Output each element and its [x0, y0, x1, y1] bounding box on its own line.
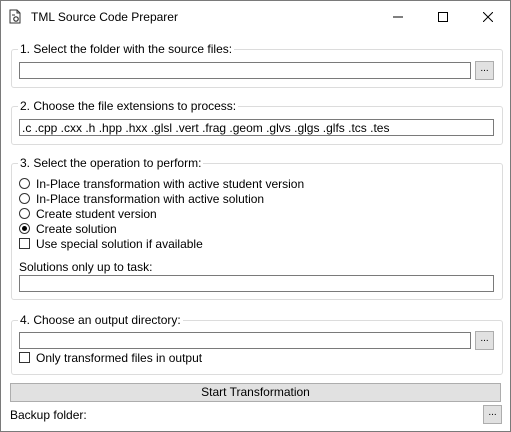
extensions-label: 2. Choose the file extensions to process…	[18, 99, 239, 113]
backup-folder-browse-button[interactable]: ...	[483, 405, 502, 424]
source-folder-browse-button[interactable]: ...	[475, 61, 494, 80]
radio-label: Create solution	[36, 221, 117, 236]
close-button[interactable]	[465, 1, 510, 32]
window-title: TML Source Code Preparer	[31, 10, 178, 24]
output-directory-group: 4. Choose an output directory: ... Only …	[11, 313, 503, 375]
only-transformed-label: Only transformed files in output	[36, 350, 203, 365]
radio-label: In-Place transformation with active stud…	[36, 176, 305, 191]
source-folder-group: 1. Select the folder with the source fil…	[11, 42, 503, 88]
start-transformation-button[interactable]: Start Transformation	[10, 383, 501, 402]
operation-group: 3. Select the operation to perform: In-P…	[11, 156, 503, 300]
output-directory-label: 4. Choose an output directory:	[18, 313, 183, 327]
solutions-up-to-input[interactable]	[19, 275, 494, 292]
radio-inplace-solution[interactable]: In-Place transformation with active solu…	[19, 191, 264, 206]
close-icon	[482, 11, 493, 22]
output-directory-input[interactable]	[19, 332, 471, 349]
radio-button[interactable]	[19, 178, 30, 189]
radio-button-selected[interactable]	[19, 223, 30, 234]
title-bar[interactable]: TML Source Code Preparer	[1, 1, 510, 32]
main-window: TML Source Code Preparer 1. Select the f…	[0, 0, 511, 432]
extensions-group: 2. Choose the file extensions to process…	[11, 99, 503, 145]
radio-label: Create student version	[36, 206, 157, 221]
radio-create-student[interactable]: Create student version	[19, 206, 157, 221]
special-solution-checkbox[interactable]	[19, 238, 30, 249]
solutions-up-to-label: Solutions only up to task:	[19, 260, 153, 274]
document-gear-icon	[9, 9, 21, 24]
radio-button[interactable]	[19, 193, 30, 204]
minimize-button[interactable]	[375, 1, 420, 32]
output-directory-browse-button[interactable]: ...	[475, 331, 494, 350]
backup-folder-label: Backup folder:	[10, 408, 87, 422]
special-solution-label: Use special solution if available	[36, 236, 203, 251]
source-folder-label: 1. Select the folder with the source fil…	[18, 42, 235, 56]
radio-label: In-Place transformation with active solu…	[36, 191, 265, 206]
maximize-button[interactable]	[420, 1, 465, 32]
special-solution-checkbox-row[interactable]: Use special solution if available	[19, 236, 203, 251]
maximize-icon	[437, 11, 448, 22]
minimize-icon	[392, 16, 403, 17]
extensions-input[interactable]: .c .cpp .cxx .h .hpp .hxx .glsl .vert .f…	[19, 119, 494, 136]
operation-label: 3. Select the operation to perform:	[18, 156, 204, 170]
only-transformed-checkbox-row[interactable]: Only transformed files in output	[19, 350, 202, 365]
radio-button[interactable]	[19, 208, 30, 219]
radio-inplace-student[interactable]: In-Place transformation with active stud…	[19, 176, 304, 191]
only-transformed-checkbox[interactable]	[19, 352, 30, 363]
source-folder-input[interactable]	[19, 62, 471, 79]
radio-create-solution[interactable]: Create solution	[19, 221, 117, 236]
